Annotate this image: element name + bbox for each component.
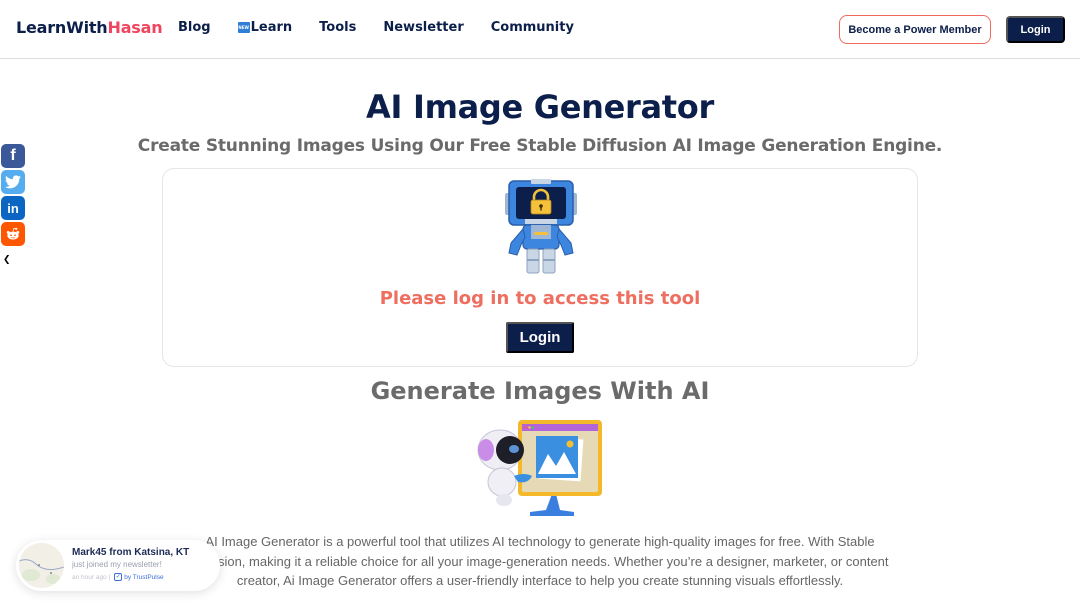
header-login-button[interactable]: Login [1006, 16, 1065, 43]
nav-community[interactable]: Community [491, 20, 574, 35]
twitter-icon [5, 175, 21, 189]
social-share-bar: f in [1, 144, 25, 248]
nav-label: Learn [250, 20, 293, 35]
site-header: LearnWithHasan Blog NEW Learn Tools Newsl… [0, 0, 1080, 59]
toast-message: just joined my newsletter! [72, 560, 162, 569]
logo-text-accent: Hasan [107, 18, 163, 37]
page-title: AI Image Generator [366, 88, 714, 126]
login-required-message: Please log in to access this tool [379, 288, 701, 309]
trustpulse-link[interactable]: ✓ by TrustPulse [114, 573, 164, 581]
nav-learn[interactable]: NEW Learn [237, 20, 293, 35]
page-subtitle: Create Stunning Images Using Our Free St… [137, 136, 943, 156]
trustpulse-label: by TrustPulse [124, 573, 164, 581]
card-login-button[interactable]: Login [506, 322, 574, 353]
toast-meta: an hour ago | ✓ by TrustPulse [72, 573, 164, 581]
reddit-share-button[interactable] [1, 222, 25, 246]
tool-locked-card: Please log in to access this tool Login [162, 168, 918, 367]
location-map-thumbnail [19, 543, 64, 588]
reddit-icon [6, 227, 20, 240]
new-badge-icon: NEW [237, 22, 250, 33]
become-power-member-button[interactable]: Become a Power Member [839, 15, 991, 44]
linkedin-icon: in [7, 200, 19, 216]
toast-time: an hour ago | [72, 573, 111, 581]
hide-sharebar-icon[interactable]: ❮ [3, 255, 11, 265]
social-proof-notification[interactable]: Mark45 from Katsina, KT just joined my n… [16, 540, 220, 591]
site-logo[interactable]: LearnWithHasan [16, 18, 163, 37]
nav-label: Blog [178, 20, 211, 35]
nav-tools[interactable]: Tools [319, 20, 356, 35]
tool-description: AI Image Generator is a powerful tool th… [191, 534, 889, 588]
linkedin-share-button[interactable]: in [1, 196, 25, 220]
robot-monitor-illustration [477, 420, 602, 516]
twitter-share-button[interactable] [1, 170, 25, 194]
verified-check-icon: ✓ [114, 573, 123, 581]
locked-robot-icon [505, 179, 577, 274]
map-icon [19, 543, 64, 588]
main-nav: Blog NEW Learn Tools Newsletter Community [178, 20, 601, 35]
nav-blog[interactable]: Blog [178, 20, 211, 35]
nav-label: Tools [319, 20, 357, 35]
logo-text-primary: LearnWith [16, 18, 108, 37]
nav-label: Community [490, 20, 574, 35]
toast-title: Mark45 from Katsina, KT [72, 547, 190, 558]
nav-newsletter[interactable]: Newsletter [383, 20, 463, 35]
nav-label: Newsletter [383, 20, 464, 35]
section-title: Generate Images With AI [370, 377, 710, 405]
